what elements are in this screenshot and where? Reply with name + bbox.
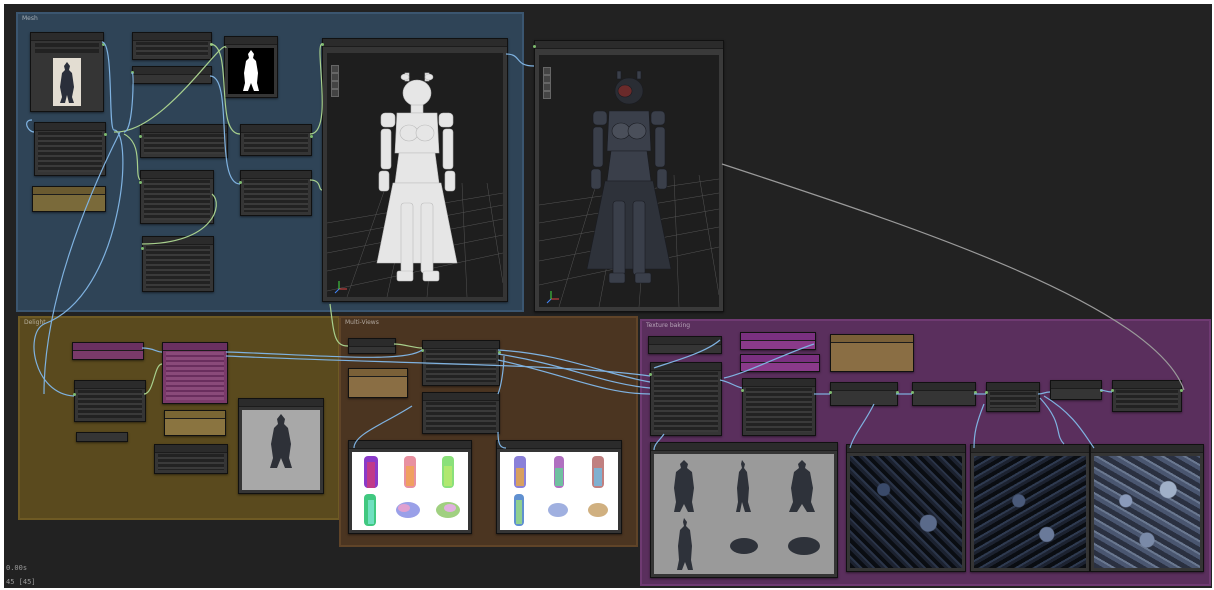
move-icon[interactable] [331, 65, 339, 73]
tb-texture-preview-1[interactable] [846, 444, 966, 572]
reference-image [53, 58, 81, 106]
fit-icon[interactable] [331, 89, 339, 97]
node-e[interactable] [240, 124, 313, 156]
tb-input-node[interactable] [648, 336, 722, 354]
mask-preview-node[interactable] [224, 36, 278, 98]
zoom-icon[interactable] [543, 83, 551, 91]
tb-bake-node-4[interactable] [1050, 380, 1103, 400]
tb-multiview-preview-node[interactable] [650, 442, 838, 578]
load-image-node[interactable] [30, 32, 105, 112]
move-icon[interactable] [543, 67, 551, 75]
tb-bake-node-1[interactable] [829, 382, 899, 406]
mask-image [228, 48, 274, 94]
textured-3d-viewer-node[interactable] [533, 40, 724, 312]
delight-small-node[interactable] [76, 432, 128, 442]
status-count: 45 [45] [6, 578, 36, 586]
note-node[interactable] [32, 186, 106, 212]
white-robot-model [327, 72, 503, 297]
group-title-multiview: Multi-Views [345, 319, 379, 326]
delight-decode-node[interactable] [154, 444, 228, 474]
zoom-icon[interactable] [331, 81, 339, 89]
tb-bake-node-3[interactable] [985, 382, 1040, 412]
tb-note-node[interactable] [830, 334, 914, 372]
delight-text-node[interactable] [72, 342, 144, 360]
delight-note-node[interactable] [164, 410, 226, 436]
tb-texture-preview-2[interactable] [970, 444, 1090, 572]
fit-icon[interactable] [543, 91, 551, 99]
tb-text-node-1[interactable] [740, 332, 816, 350]
position-maps-grid [500, 452, 618, 530]
delit-image [242, 410, 320, 490]
rotate-icon[interactable] [331, 73, 339, 81]
mesh-3d-viewer-node[interactable] [321, 38, 508, 302]
viewport-3d-white[interactable] [327, 53, 503, 297]
baked-texture-3 [1094, 456, 1200, 568]
node-f[interactable] [139, 170, 214, 224]
tb-save-node[interactable] [1111, 380, 1183, 412]
delight-preview-node[interactable] [238, 398, 324, 494]
group-title-delight: Delight [24, 319, 46, 326]
group-title-texture-baking: Texture baking [646, 322, 691, 329]
tb-text-node-2[interactable] [740, 354, 820, 372]
normal-maps-preview-node[interactable] [348, 440, 472, 534]
tb-decode-node[interactable] [741, 378, 816, 436]
position-maps-preview-node[interactable] [496, 440, 622, 534]
delight-prompt-node[interactable] [162, 342, 228, 404]
node-graph-canvas[interactable]: Mesh Delight Multi-Views Texture baking [4, 4, 1212, 588]
baked-texture-1 [850, 456, 962, 568]
node-d[interactable] [139, 124, 228, 158]
tb-bake-node-2[interactable] [911, 382, 977, 406]
mv-small-node[interactable] [348, 338, 396, 354]
baked-texture-2 [974, 456, 1086, 568]
node-a[interactable] [132, 32, 213, 60]
viewport-3d-textured[interactable] [539, 55, 719, 307]
node-g[interactable] [239, 170, 312, 216]
textured-robot-model [539, 70, 719, 307]
tb-texture-preview-3[interactable] [1090, 444, 1204, 572]
node-c[interactable] [34, 122, 107, 176]
delight-sampler-node[interactable] [73, 380, 146, 422]
node-h[interactable] [141, 236, 214, 292]
node-b[interactable] [131, 66, 212, 84]
normal-maps-grid [352, 452, 468, 530]
tb-multiview-grid [654, 454, 834, 574]
group-title-mesh: Mesh [22, 15, 38, 22]
rotate-icon[interactable] [543, 75, 551, 83]
mv-sampler-node[interactable] [421, 340, 501, 386]
status-time: 0.00s [6, 564, 28, 572]
mv-decode-node[interactable] [422, 392, 500, 434]
mv-note-node[interactable] [348, 368, 408, 398]
tb-sampler-node[interactable] [649, 362, 722, 436]
